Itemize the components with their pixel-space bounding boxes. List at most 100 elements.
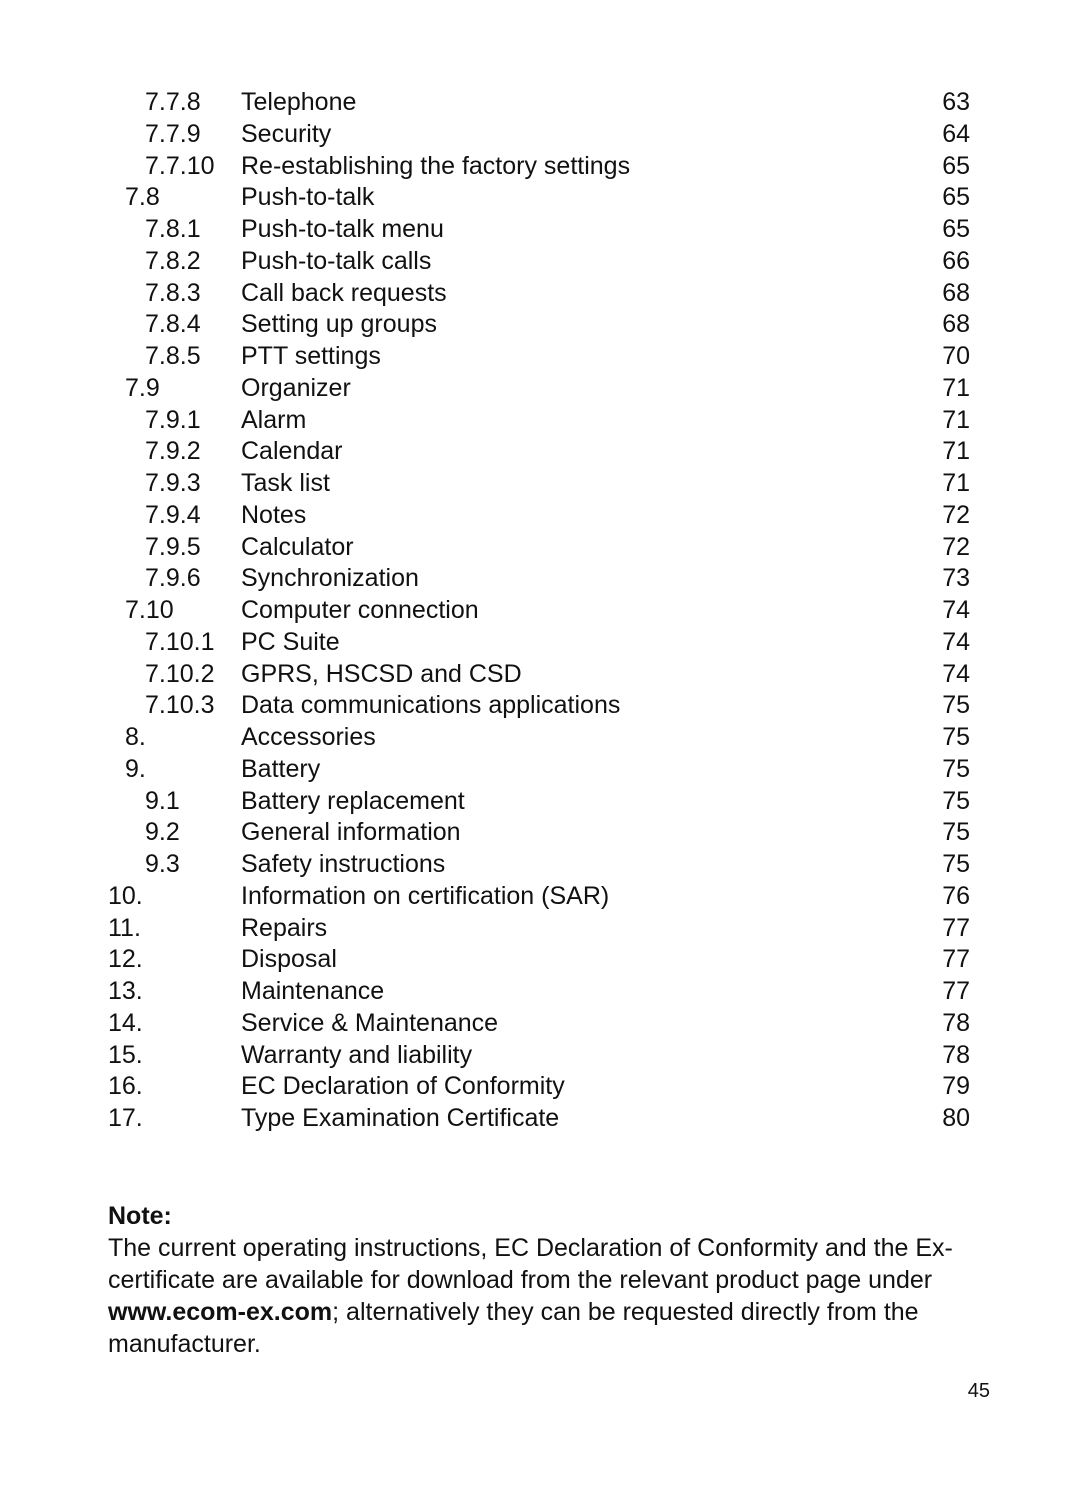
toc-entry-number: 9.2 <box>145 818 180 847</box>
toc-entry-number: 7.9.5 <box>145 532 201 561</box>
page-number: 45 <box>967 1380 990 1402</box>
toc-entry-page: 73 <box>942 564 970 593</box>
toc-entry[interactable]: 7.9.6 Synchronization 73 <box>108 563 970 595</box>
toc-entry-page: 72 <box>942 532 970 561</box>
toc-entry-number: 7.9.1 <box>145 405 201 434</box>
website-link[interactable]: www.ecom-ex.com <box>108 1298 332 1326</box>
toc-entry-number: 8. <box>125 723 146 751</box>
toc-entry[interactable]: 7.8.3 Call back requests 68 <box>108 278 970 310</box>
toc-entry[interactable]: 7.9.1 Alarm 71 <box>108 405 970 437</box>
toc-entry[interactable]: 15. Warranty and liability 78 <box>108 1040 970 1072</box>
note-heading: Note: <box>108 1202 172 1230</box>
toc-entry[interactable]: 13. Maintenance 77 <box>108 976 970 1008</box>
toc-entry-number: 9. <box>125 754 146 783</box>
toc-entry-title: Type Examination Certificate <box>241 1104 560 1132</box>
toc-entry[interactable]: 9.1 Battery replacement 75 <box>108 786 970 818</box>
toc-entry-number: 11. <box>108 913 141 942</box>
toc-entry[interactable]: 7.9.5 Calculator 72 <box>108 532 970 564</box>
note-section: Note: The current operating instructions… <box>108 1200 978 1360</box>
toc-entry-title: Disposal <box>241 945 337 974</box>
toc-entry[interactable]: 11. Repairs 77 <box>108 913 970 945</box>
toc-entry-page: 78 <box>942 1040 970 1069</box>
toc-entry[interactable]: 17. Type Examination Certificate 80 <box>108 1103 970 1135</box>
toc-entry-page: 63 <box>942 88 970 116</box>
toc-entry[interactable]: 7.10.2 GPRS, HSCSD and CSD 74 <box>108 659 970 691</box>
toc-entry[interactable]: 9. Battery 75 <box>108 754 970 786</box>
toc-entry-title: Battery replacement <box>241 786 465 815</box>
toc-entry[interactable]: 7.8.4 Setting up groups 68 <box>108 309 970 341</box>
toc-entry[interactable]: 7.7.8 Telephone 63 <box>108 87 970 119</box>
toc-entry-number: 7.7.9 <box>145 119 201 148</box>
toc-entry-page: 71 <box>942 469 970 497</box>
toc-entry-page: 77 <box>942 977 970 1005</box>
toc-entry-page: 75 <box>942 723 970 751</box>
toc-entry[interactable]: 7.9.2 Calendar 71 <box>108 436 970 468</box>
toc-entry-title: Push-to-talk menu <box>241 215 444 243</box>
toc-entry-number: 7.8.4 <box>145 310 201 339</box>
toc-entry-number: 7.9.6 <box>145 564 201 593</box>
toc-entry-page: 71 <box>942 373 970 402</box>
toc-entry[interactable]: 7.8 Push-to-talk 65 <box>108 182 970 214</box>
toc-entry-page: 75 <box>942 691 970 720</box>
toc-entry[interactable]: 7.10.3 Data communications applications 75 <box>108 690 970 722</box>
toc-entry-title: Setting up groups <box>241 310 437 339</box>
toc-entry-title: Push-to-talk calls <box>241 246 432 275</box>
toc-entry-title: GPRS, HSCSD and CSD <box>241 659 522 688</box>
toc-entry[interactable]: 7.10 Computer connection 74 <box>108 595 970 627</box>
toc-entry-page: 68 <box>942 278 970 307</box>
toc-entry[interactable]: 7.9.4 Notes 72 <box>108 500 970 532</box>
toc-entry-number: 13. <box>108 977 143 1005</box>
toc-entry-page: 75 <box>942 754 970 783</box>
toc-entry-page: 65 <box>942 215 970 243</box>
toc-entry-title: Task list <box>241 469 330 497</box>
toc-entry-page: 79 <box>942 1072 970 1101</box>
toc-entry-number: 9.3 <box>145 850 180 878</box>
toc-entry-number: 7.7.10 <box>145 151 215 180</box>
toc-entry[interactable]: 14. Service & Maintenance 78 <box>108 1008 970 1040</box>
toc-entry[interactable]: 9.2 General information 75 <box>108 817 970 849</box>
toc-entry-page: 76 <box>942 881 970 910</box>
toc-entry-title: Notes <box>241 500 307 529</box>
toc-entry[interactable]: 7.7.9 Security 64 <box>108 119 970 151</box>
toc-entry-number: 7.8.5 <box>145 342 201 370</box>
toc-entry-number: 7.8.3 <box>145 278 201 307</box>
toc-entry-number: 12. <box>108 945 143 974</box>
toc-entry[interactable]: 9.3 Safety instructions 75 <box>108 849 970 881</box>
toc-entry-number: 7.7.8 <box>145 88 201 116</box>
toc-entry-title: Alarm <box>241 405 307 434</box>
toc-entry[interactable]: 7.8.5 PTT settings 70 <box>108 341 970 373</box>
toc-entry-title: PC Suite <box>241 627 340 656</box>
toc-entry-number: 7.10.3 <box>145 691 215 720</box>
table-of-contents: 7.7.8 Telephone 63 7.7.9 Security 64 7.7.10 Re-… <box>108 87 970 1135</box>
toc-entry-title: Warranty and liability <box>241 1040 473 1069</box>
toc-entry-number: 9.1 <box>145 786 180 815</box>
toc-entry-page: 77 <box>942 913 970 942</box>
toc-entry-page: 80 <box>942 1104 970 1132</box>
toc-entry-title: Accessories <box>241 723 376 751</box>
toc-entry[interactable]: 7.10.1 PC Suite 74 <box>108 627 970 659</box>
toc-entry[interactable]: 16. EC Declaration of Conformity 79 <box>108 1071 970 1103</box>
toc-entry-title: EC Declaration of Conformity <box>241 1072 565 1101</box>
toc-entry[interactable]: 7.9 Organizer 71 <box>108 373 970 405</box>
toc-entry[interactable]: 7.8.1 Push-to-talk menu 65 <box>108 214 970 246</box>
toc-entry-page: 75 <box>942 818 970 847</box>
toc-entry-number: 7.10.1 <box>145 627 215 656</box>
toc-entry-title: Calendar <box>241 437 343 466</box>
toc-entry-page: 77 <box>942 945 970 974</box>
toc-entry-number: 15. <box>108 1040 143 1069</box>
toc-entry-title: Synchronization <box>241 564 419 593</box>
note-text-before: The current operating instructions, EC D… <box>108 1234 953 1294</box>
toc-entry-page: 70 <box>942 342 970 370</box>
toc-entry[interactable]: 7.7.10 Re-establishing the factory settin… <box>108 151 970 183</box>
toc-entry[interactable]: 12. Disposal 77 <box>108 944 970 976</box>
toc-entry[interactable]: 7.8.2 Push-to-talk calls 66 <box>108 246 970 278</box>
toc-entry-title: Computer connection <box>241 596 479 624</box>
toc-entry[interactable]: 10. Information on certification (SAR) 76 <box>108 881 970 913</box>
toc-entry[interactable]: 8. Accessories 75 <box>108 722 970 754</box>
toc-entry-title: Telephone <box>241 88 357 116</box>
toc-entry-number: 14. <box>108 1008 143 1037</box>
toc-entry[interactable]: 7.9.3 Task list 71 <box>108 468 970 500</box>
toc-entry-number: 7.9 <box>125 373 160 402</box>
toc-entry-title: Security <box>241 119 332 148</box>
toc-entry-page: 72 <box>942 500 970 529</box>
